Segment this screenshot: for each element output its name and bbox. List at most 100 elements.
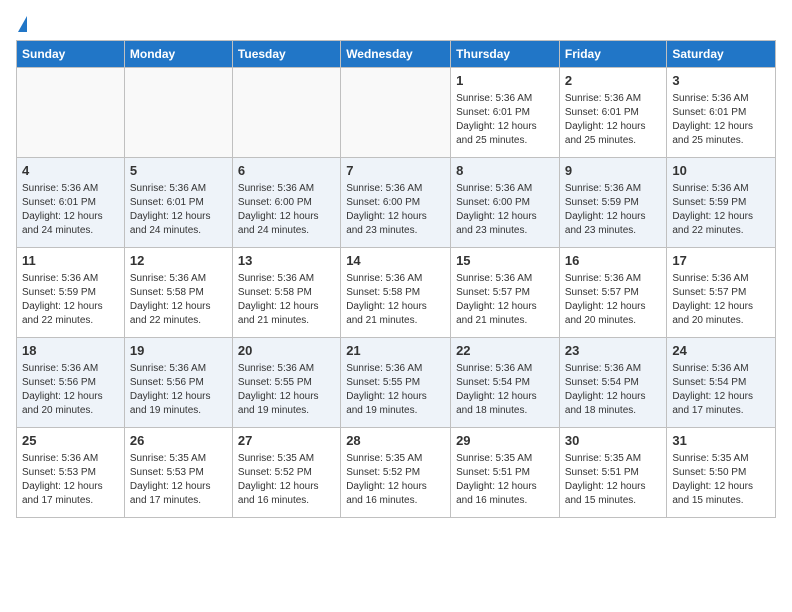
- calendar-week-row: 18 Sunrise: 5:36 AM Sunset: 5:56 PM Dayli…: [17, 338, 776, 428]
- day-info: Sunrise: 5:36 AM Sunset: 5:58 PM Dayligh…: [130, 272, 227, 328]
- calendar-day-cell: 14 Sunrise: 5:36 AM Sunset: 5:58 PM Dayli…: [341, 248, 451, 338]
- header: [16, 16, 776, 32]
- day-info: Sunrise: 5:36 AM Sunset: 5:54 PM Dayligh…: [672, 362, 770, 418]
- calendar-week-row: 11 Sunrise: 5:36 AM Sunset: 5:59 PM Dayli…: [17, 248, 776, 338]
- day-number: 19: [130, 342, 227, 360]
- day-info: Sunrise: 5:35 AM Sunset: 5:53 PM Dayligh…: [130, 452, 227, 508]
- day-info: Sunrise: 5:36 AM Sunset: 5:57 PM Dayligh…: [672, 272, 770, 328]
- calendar-day-cell: 28 Sunrise: 5:35 AM Sunset: 5:52 PM Dayli…: [341, 428, 451, 518]
- day-number: 15: [456, 252, 554, 270]
- day-number: 16: [565, 252, 661, 270]
- day-info: Sunrise: 5:35 AM Sunset: 5:50 PM Dayligh…: [672, 452, 770, 508]
- calendar-day-cell: 8 Sunrise: 5:36 AM Sunset: 6:00 PM Daylig…: [451, 158, 560, 248]
- day-number: 8: [456, 162, 554, 180]
- day-info: Sunrise: 5:36 AM Sunset: 5:56 PM Dayligh…: [22, 362, 119, 418]
- day-info: Sunrise: 5:36 AM Sunset: 5:54 PM Dayligh…: [565, 362, 661, 418]
- calendar-day-cell: 12 Sunrise: 5:36 AM Sunset: 5:58 PM Dayli…: [124, 248, 232, 338]
- day-info: Sunrise: 5:36 AM Sunset: 5:58 PM Dayligh…: [238, 272, 335, 328]
- calendar-day-cell: 29 Sunrise: 5:35 AM Sunset: 5:51 PM Dayli…: [451, 428, 560, 518]
- day-info: Sunrise: 5:36 AM Sunset: 5:59 PM Dayligh…: [22, 272, 119, 328]
- column-header-saturday: Saturday: [667, 41, 776, 68]
- day-info: Sunrise: 5:35 AM Sunset: 5:52 PM Dayligh…: [346, 452, 445, 508]
- day-number: 18: [22, 342, 119, 360]
- calendar-week-row: 4 Sunrise: 5:36 AM Sunset: 6:01 PM Daylig…: [17, 158, 776, 248]
- day-number: 29: [456, 432, 554, 450]
- calendar-day-cell: 18 Sunrise: 5:36 AM Sunset: 5:56 PM Dayli…: [17, 338, 125, 428]
- calendar-day-cell: 24Sunrise: 5:36 AM Sunset: 5:54 PM Dayli…: [667, 338, 776, 428]
- calendar-day-cell: 5 Sunrise: 5:36 AM Sunset: 6:01 PM Daylig…: [124, 158, 232, 248]
- day-info: Sunrise: 5:36 AM Sunset: 5:58 PM Dayligh…: [346, 272, 445, 328]
- day-info: Sunrise: 5:36 AM Sunset: 5:57 PM Dayligh…: [565, 272, 661, 328]
- day-number: 7: [346, 162, 445, 180]
- day-info: Sunrise: 5:36 AM Sunset: 6:01 PM Dayligh…: [565, 92, 661, 148]
- calendar-day-cell: [232, 68, 340, 158]
- day-info: Sunrise: 5:36 AM Sunset: 5:54 PM Dayligh…: [456, 362, 554, 418]
- day-number: 17: [672, 252, 770, 270]
- day-info: Sunrise: 5:36 AM Sunset: 6:00 PM Dayligh…: [456, 182, 554, 238]
- column-header-tuesday: Tuesday: [232, 41, 340, 68]
- calendar-day-cell: 3 Sunrise: 5:36 AM Sunset: 6:01 PM Daylig…: [667, 68, 776, 158]
- column-header-sunday: Sunday: [17, 41, 125, 68]
- calendar-day-cell: [17, 68, 125, 158]
- calendar-day-cell: 19 Sunrise: 5:36 AM Sunset: 5:56 PM Dayli…: [124, 338, 232, 428]
- day-info: Sunrise: 5:36 AM Sunset: 6:01 PM Dayligh…: [22, 182, 119, 238]
- day-number: 1: [456, 72, 554, 90]
- calendar-week-row: 25Sunrise: 5:36 AM Sunset: 5:53 PM Dayli…: [17, 428, 776, 518]
- calendar-day-cell: 31Sunrise: 5:35 AM Sunset: 5:50 PM Dayli…: [667, 428, 776, 518]
- calendar-day-cell: 20 Sunrise: 5:36 AM Sunset: 5:55 PM Dayli…: [232, 338, 340, 428]
- calendar-day-cell: 22 Sunrise: 5:36 AM Sunset: 5:54 PM Dayli…: [451, 338, 560, 428]
- calendar-day-cell: 30 Sunrise: 5:35 AM Sunset: 5:51 PM Dayli…: [559, 428, 666, 518]
- day-info: Sunrise: 5:35 AM Sunset: 5:52 PM Dayligh…: [238, 452, 335, 508]
- calendar-table: SundayMondayTuesdayWednesdayThursdayFrid…: [16, 40, 776, 518]
- day-info: Sunrise: 5:36 AM Sunset: 6:01 PM Dayligh…: [456, 92, 554, 148]
- day-info: Sunrise: 5:36 AM Sunset: 6:01 PM Dayligh…: [130, 182, 227, 238]
- day-info: Sunrise: 5:36 AM Sunset: 5:56 PM Dayligh…: [130, 362, 227, 418]
- calendar-day-cell: 27 Sunrise: 5:35 AM Sunset: 5:52 PM Dayli…: [232, 428, 340, 518]
- day-info: Sunrise: 5:36 AM Sunset: 5:55 PM Dayligh…: [238, 362, 335, 418]
- calendar-day-cell: [341, 68, 451, 158]
- day-info: Sunrise: 5:35 AM Sunset: 5:51 PM Dayligh…: [565, 452, 661, 508]
- calendar-day-cell: 21Sunrise: 5:36 AM Sunset: 5:55 PM Dayli…: [341, 338, 451, 428]
- day-info: Sunrise: 5:36 AM Sunset: 6:00 PM Dayligh…: [238, 182, 335, 238]
- day-number: 28: [346, 432, 445, 450]
- day-number: 3: [672, 72, 770, 90]
- day-number: 22: [456, 342, 554, 360]
- day-number: 2: [565, 72, 661, 90]
- day-number: 27: [238, 432, 335, 450]
- day-info: Sunrise: 5:36 AM Sunset: 5:59 PM Dayligh…: [565, 182, 661, 238]
- day-number: 26: [130, 432, 227, 450]
- calendar-week-row: 1 Sunrise: 5:36 AM Sunset: 6:01 PM Daylig…: [17, 68, 776, 158]
- column-header-wednesday: Wednesday: [341, 41, 451, 68]
- calendar-header-row: SundayMondayTuesdayWednesdayThursdayFrid…: [17, 41, 776, 68]
- column-header-monday: Monday: [124, 41, 232, 68]
- calendar-day-cell: 13 Sunrise: 5:36 AM Sunset: 5:58 PM Dayli…: [232, 248, 340, 338]
- calendar-day-cell: 25Sunrise: 5:36 AM Sunset: 5:53 PM Dayli…: [17, 428, 125, 518]
- day-info: Sunrise: 5:36 AM Sunset: 5:57 PM Dayligh…: [456, 272, 554, 328]
- calendar-day-cell: 4 Sunrise: 5:36 AM Sunset: 6:01 PM Daylig…: [17, 158, 125, 248]
- day-info: Sunrise: 5:35 AM Sunset: 5:51 PM Dayligh…: [456, 452, 554, 508]
- day-info: Sunrise: 5:36 AM Sunset: 6:01 PM Dayligh…: [672, 92, 770, 148]
- calendar-day-cell: 10Sunrise: 5:36 AM Sunset: 5:59 PM Dayli…: [667, 158, 776, 248]
- day-number: 14: [346, 252, 445, 270]
- day-number: 5: [130, 162, 227, 180]
- day-number: 25: [22, 432, 119, 450]
- calendar-day-cell: 6 Sunrise: 5:36 AM Sunset: 6:00 PM Daylig…: [232, 158, 340, 248]
- calendar-day-cell: 2 Sunrise: 5:36 AM Sunset: 6:01 PM Daylig…: [559, 68, 666, 158]
- day-number: 4: [22, 162, 119, 180]
- day-number: 30: [565, 432, 661, 450]
- calendar-day-cell: [124, 68, 232, 158]
- day-number: 13: [238, 252, 335, 270]
- day-number: 12: [130, 252, 227, 270]
- day-info: Sunrise: 5:36 AM Sunset: 6:00 PM Dayligh…: [346, 182, 445, 238]
- calendar-day-cell: 7 Sunrise: 5:36 AM Sunset: 6:00 PM Daylig…: [341, 158, 451, 248]
- day-info: Sunrise: 5:36 AM Sunset: 5:59 PM Dayligh…: [672, 182, 770, 238]
- calendar-day-cell: 15 Sunrise: 5:36 AM Sunset: 5:57 PM Dayli…: [451, 248, 560, 338]
- calendar-day-cell: 23Sunrise: 5:36 AM Sunset: 5:54 PM Dayli…: [559, 338, 666, 428]
- day-number: 11: [22, 252, 119, 270]
- calendar-day-cell: 11 Sunrise: 5:36 AM Sunset: 5:59 PM Dayli…: [17, 248, 125, 338]
- calendar-day-cell: 17 Sunrise: 5:36 AM Sunset: 5:57 PM Dayli…: [667, 248, 776, 338]
- day-number: 6: [238, 162, 335, 180]
- day-number: 9: [565, 162, 661, 180]
- calendar-day-cell: 16 Sunrise: 5:36 AM Sunset: 5:57 PM Dayli…: [559, 248, 666, 338]
- day-number: 20: [238, 342, 335, 360]
